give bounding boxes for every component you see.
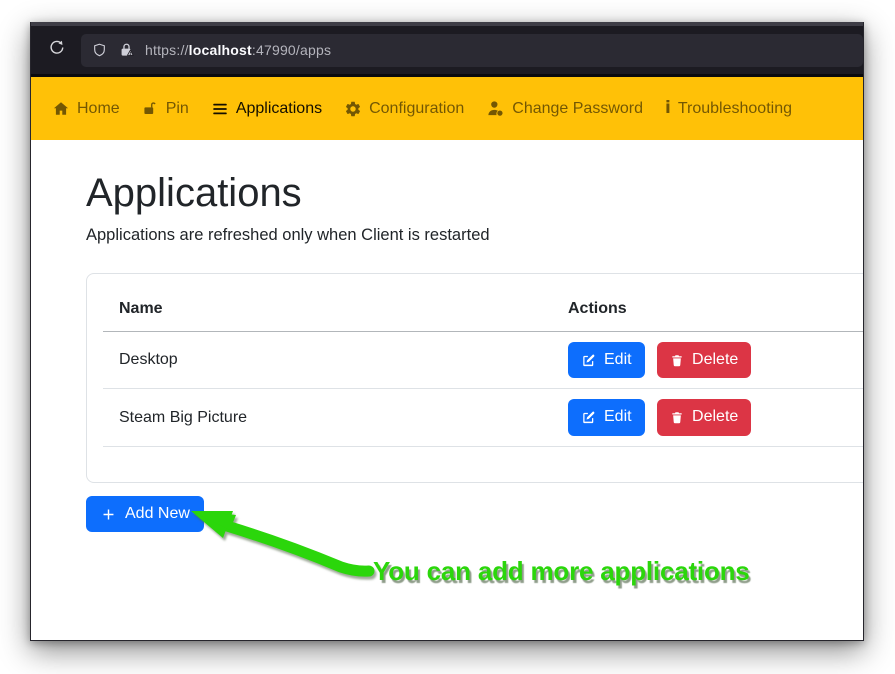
nav-item-troubleshooting[interactable]: i Troubleshooting [654, 92, 803, 126]
lock-warning-icon[interactable] [117, 41, 136, 60]
home-icon [52, 100, 70, 118]
nav-item-change-password[interactable]: Change Password [475, 91, 654, 126]
edit-button-label: Edit [604, 349, 632, 371]
edit-icon [581, 410, 596, 425]
delete-button[interactable]: Delete [657, 399, 751, 435]
edit-button[interactable]: Edit [568, 399, 645, 435]
browser-window: https://localhost:47990/apps Home [30, 22, 864, 641]
plus-icon [100, 506, 117, 523]
nav-label: Applications [236, 100, 322, 118]
edit-button[interactable]: Edit [568, 342, 645, 378]
column-header-name: Name [103, 290, 552, 332]
add-new-button[interactable]: Add New [86, 496, 204, 532]
nav-item-pin[interactable]: Pin [131, 92, 200, 126]
nav-label: Configuration [369, 100, 464, 118]
page-subtitle: Applications are refreshed only when Cli… [86, 226, 863, 245]
page-title: Applications [86, 170, 863, 216]
unlock-icon [142, 100, 159, 117]
nav-item-applications[interactable]: Applications [200, 92, 333, 126]
column-header-actions: Actions [552, 290, 863, 332]
app-name: Steam Big Picture [103, 389, 552, 446]
info-icon: i [665, 100, 671, 117]
browser-toolbar: https://localhost:47990/apps [31, 26, 863, 77]
delete-button-label: Delete [692, 406, 738, 428]
trash-icon [670, 353, 684, 368]
table-header-row: Name Actions [103, 290, 863, 332]
list-icon [211, 100, 229, 118]
actions-cell: Edit Delete [552, 332, 863, 389]
nav-item-configuration[interactable]: Configuration [333, 92, 475, 126]
applications-card: Name Actions Desktop [86, 273, 863, 483]
add-new-button-label: Add New [125, 503, 190, 525]
edit-button-label: Edit [604, 406, 632, 428]
nav-label: Troubleshooting [678, 100, 792, 118]
annotation-text: You can add more applications [373, 556, 750, 587]
delete-button[interactable]: Delete [657, 342, 751, 378]
page-content: Applications Applications are refreshed … [31, 140, 863, 640]
url-text: https://localhost:47990/apps [145, 42, 331, 58]
trash-icon [670, 410, 684, 425]
user-badge-icon [486, 99, 505, 118]
nav-label: Pin [166, 100, 189, 118]
applications-table: Name Actions Desktop [103, 290, 863, 447]
nav-label: Change Password [512, 100, 643, 118]
nav-label: Home [77, 100, 120, 118]
reload-icon [48, 39, 65, 61]
app-name: Desktop [103, 332, 552, 389]
main-navbar: Home Pin Ap [31, 77, 863, 140]
reload-button[interactable] [41, 35, 71, 65]
url-bar[interactable]: https://localhost:47990/apps [81, 34, 863, 67]
shield-icon[interactable] [91, 42, 108, 59]
nav-item-home[interactable]: Home [41, 92, 131, 126]
url-scheme: https:// [145, 42, 189, 58]
url-path: :47990/apps [252, 42, 331, 58]
delete-button-label: Delete [692, 349, 738, 371]
actions-cell: Edit Delete [552, 389, 863, 446]
screenshot-stage: https://localhost:47990/apps Home [0, 0, 895, 674]
table-row: Steam Big Picture Edit [103, 389, 863, 446]
table-row: Desktop Edit [103, 332, 863, 389]
url-host: localhost [189, 42, 252, 58]
edit-icon [581, 353, 596, 368]
gear-icon [344, 100, 362, 118]
